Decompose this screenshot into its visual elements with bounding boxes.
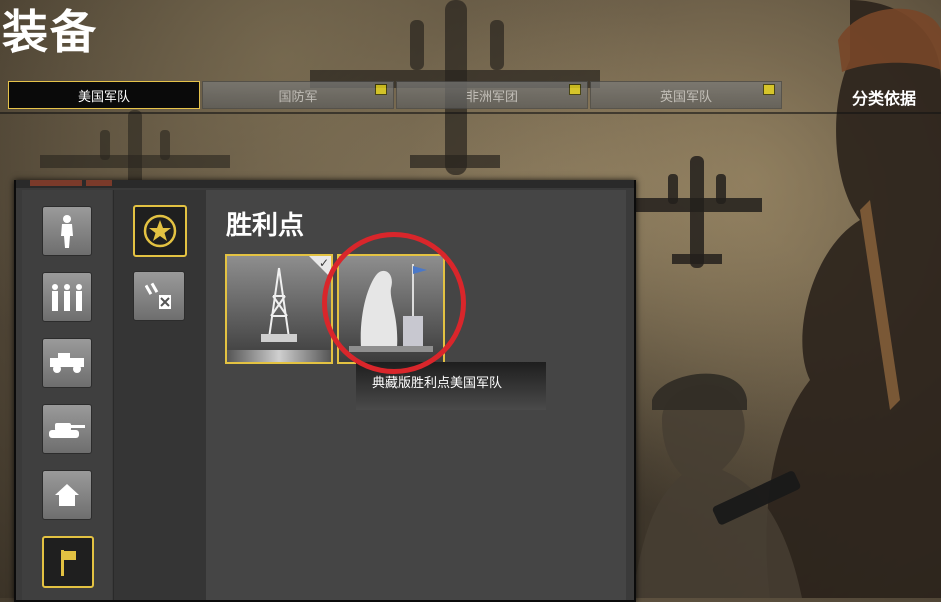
tank-icon [49,423,85,438]
highlight-circle [322,232,466,374]
new-item-marker-icon [569,84,581,95]
subcategory-shredded-button[interactable] [133,271,185,321]
category-infantry-button[interactable] [42,206,92,256]
card-floor [227,350,331,362]
new-item-marker-icon [375,84,387,95]
category-tank-button[interactable] [42,404,92,454]
tab-label: 国防军 [278,89,318,105]
tooltip-text: 典藏版胜利点美国军队 [372,376,503,391]
infantry-soldier-icon [61,215,73,248]
category-squad-button[interactable] [42,272,92,322]
category-building-button[interactable] [42,470,92,520]
tab-label: 英国军队 [659,89,712,105]
bomber-plane-image [40,110,230,190]
tab-british-forces[interactable]: 英国军队 [590,81,782,109]
jeep-icon [50,353,84,373]
panel-top-strip [16,180,634,188]
house-icon [55,484,79,506]
tab-wehrmacht[interactable]: 国防军 [202,81,394,109]
faction-tabbar: 美国军队 国防军 非洲军团 英国军队 [8,81,784,109]
new-item-marker-icon [763,84,775,95]
category-victory-point-button[interactable] [42,536,94,588]
page-title: 装备 [2,5,98,59]
section-title: 胜利点 [226,211,305,241]
star-icon [143,214,177,248]
tab-afrika-korps[interactable]: 非洲军团 [396,81,588,109]
subcategory-star-button[interactable] [133,205,187,257]
flag-icon [61,550,76,576]
sort-by-button[interactable]: 分类依据 [852,85,916,109]
soldier-portrait-image [632,373,802,598]
header-divider [0,112,941,114]
shredded-item-icon [145,282,171,309]
bomber-plane-image [632,156,762,268]
tab-label: 美国军队 [77,89,130,105]
checkmark-icon: ✓ [318,256,329,270]
tab-label: 非洲军团 [465,89,518,105]
squad-icon [52,284,82,311]
victory-point-card[interactable]: ✓ [225,254,333,364]
tab-us-forces[interactable]: 美国军队 [8,81,200,109]
category-vehicle-button[interactable] [42,338,92,388]
